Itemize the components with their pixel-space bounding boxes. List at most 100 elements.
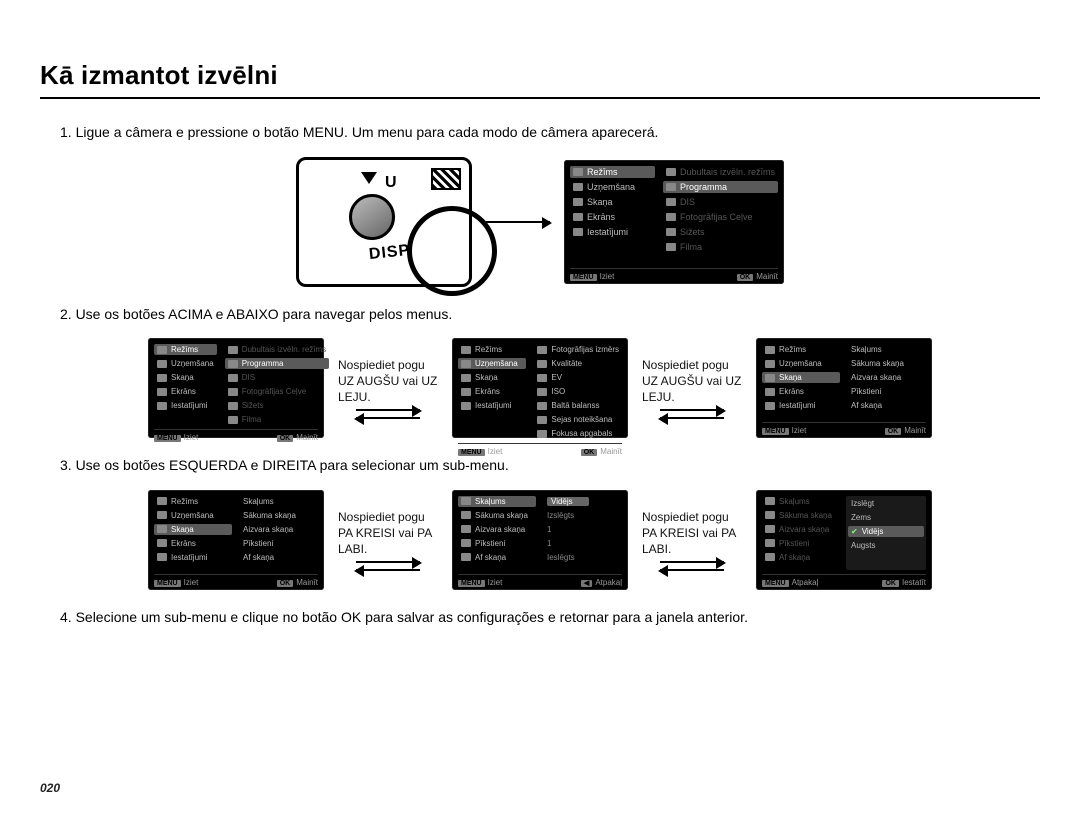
submenu-af-sound: Af skaņa [762, 552, 838, 563]
step-3-text: 3. Use os botões ESQUERDA e DIREITA para… [60, 456, 1040, 476]
menu-item-display[interactable]: Ekrāns [762, 386, 840, 397]
menu-item-settings[interactable]: Iestatījumi [762, 400, 840, 411]
submenu-shutter-sound[interactable]: Aizvara skaņa [458, 524, 536, 535]
option-medium[interactable]: ✔ Vidējs [848, 526, 924, 537]
value-volume: Vidējs [544, 496, 622, 507]
step-1-figure: U DISP Režīms Uzņemšana Skaņa Ekrāns Ies… [40, 157, 1040, 287]
submenu-beep: Pīkstieni [762, 538, 838, 549]
screen-step3-c: Skaļums Sākuma skaņa Aizvara skaņa Pīkst… [756, 490, 932, 590]
submenu-item: EV [534, 372, 622, 383]
screen-mode-menu: Režīms Uzņemšana Skaņa Ekrāns Iestatījum… [564, 160, 784, 284]
title-rule [40, 97, 1040, 99]
disp-label: DISP [368, 241, 411, 263]
submenu-item: Fotogrāfijas Ceļve [225, 386, 329, 397]
menu-item-mode[interactable]: Režīms [154, 496, 232, 507]
caption-updown-2: Nospiediet pogu UZ AUGŠU vai UZ LEJU. [642, 357, 742, 406]
menu-item-mode[interactable]: Režīms [154, 344, 217, 355]
submenu-volume: Skaļums [762, 496, 838, 507]
screen-footer: MENUIziet OKMainīt [570, 268, 778, 281]
arrow-bidir [660, 409, 724, 419]
submenu-volume[interactable]: Skaļums [458, 496, 536, 507]
submenu-item: Skaļums [848, 344, 926, 355]
submenu-item[interactable]: Programma [663, 181, 778, 193]
submenu-item: DIS [225, 372, 329, 383]
submenu-item: Fotogrāfijas Ceļve [663, 211, 778, 223]
sound-icon [573, 198, 583, 206]
submenu-af-sound[interactable]: Af skaņa [458, 552, 536, 563]
step-1-text: 1. Ligue a câmera e pressione o botão ME… [60, 123, 1040, 143]
menu-item-shooting[interactable]: Uzņemšana [154, 510, 232, 521]
menu-item-sound[interactable]: Skaņa [570, 196, 655, 208]
menu-item-mode[interactable]: Režīms [458, 344, 526, 355]
menu-item-shooting[interactable]: Uzņemšana [762, 358, 840, 369]
step-2-figure: Režīms Uzņemšana Skaņa Ekrāns Iestatījum… [40, 338, 1040, 438]
arrow-bidir [356, 561, 420, 571]
menu-item-shooting[interactable]: Uzņemšana [570, 181, 655, 193]
menu-item-sound[interactable]: Skaņa [762, 372, 840, 383]
submenu-item: Sejas noteikšana [534, 414, 622, 425]
menu-item-settings[interactable]: Iestatījumi [570, 226, 655, 238]
screen-step2-a: Režīms Uzņemšana Skaņa Ekrāns Iestatījum… [148, 338, 324, 438]
menu-item-settings[interactable]: Iestatījumi [154, 552, 232, 563]
screen-step3-a: Režīms Uzņemšana Skaņa Ekrāns Iestatījum… [148, 490, 324, 590]
submenu-item: Af skaņa [848, 400, 926, 411]
corner-pattern-icon [431, 168, 461, 190]
submenu-item: Filma [663, 241, 778, 253]
mode-icon [573, 168, 583, 176]
menu-item-shooting[interactable]: Uzņemšana [458, 358, 526, 369]
submenu-item: Pīkstieni [240, 538, 318, 549]
step-4-text: 4. Selecione um sub-menu e clique no bot… [60, 608, 1040, 628]
submenu-startup-sound[interactable]: Sākuma skaņa [458, 510, 536, 521]
menu-item-settings[interactable]: Iestatījumi [154, 400, 217, 411]
menu-item-sound[interactable]: Skaņa [154, 372, 217, 383]
menu-item-display[interactable]: Ekrāns [458, 386, 526, 397]
submenu-startup-sound: Sākuma skaņa [762, 510, 838, 521]
menu-item-display[interactable]: Ekrāns [154, 538, 232, 549]
submenu-item: Aizvara skaņa [240, 524, 318, 535]
caption-updown-1: Nospiediet pogu UZ AUGŠU vai UZ LEJU. [338, 357, 438, 406]
value-af: Ieslēgts [544, 552, 622, 563]
page-number: 020 [40, 781, 60, 795]
submenu-item: Fokusa apgabals [534, 428, 622, 439]
mode-dial-icon [407, 206, 497, 296]
submenu-item: Fotogrāfijas izmērs [534, 344, 622, 355]
submenu-item: Dubultais izvēln. režīms [225, 344, 329, 355]
submenu-beep[interactable]: Pīkstieni [458, 538, 536, 549]
screen-step2-c: Režīms Uzņemšana Skaņa Ekrāns Iestatījum… [756, 338, 932, 438]
submenu-item: ISO [534, 386, 622, 397]
submenu-item: Pīkstieni [848, 386, 926, 397]
arrow-right-single [486, 221, 550, 223]
menu-item-display[interactable]: Ekrāns [570, 211, 655, 223]
option-low[interactable]: Zems [848, 512, 924, 523]
step-3-figure: Režīms Uzņemšana Skaņa Ekrāns Iestatījum… [40, 490, 1040, 590]
menu-item-mode[interactable]: Režīms [762, 344, 840, 355]
submenu-item: DIS [663, 196, 778, 208]
value-beep: 1 [544, 538, 622, 549]
press-indicator-icon [361, 172, 377, 184]
menu-item-shooting[interactable]: Uzņemšana [154, 358, 217, 369]
screen-step3-b: Skaļums Sākuma skaņa Aizvara skaņa Pīkst… [452, 490, 628, 590]
menu-item-mode[interactable]: Režīms [570, 166, 655, 178]
arrow-bidir [356, 409, 420, 419]
page-title: Kā izmantot izvēlni [40, 60, 1040, 91]
menu-button-icon [349, 194, 395, 240]
option-off[interactable]: Izslēgt [848, 498, 924, 509]
menu-item-sound[interactable]: Skaņa [154, 524, 232, 535]
option-high[interactable]: Augsts [848, 540, 924, 551]
caption-lr-2: Nospiediet pogu PA KREISI vai PA LABI. [642, 509, 742, 558]
submenu-item[interactable]: Programma [225, 358, 329, 369]
menu-item-sound[interactable]: Skaņa [458, 372, 526, 383]
submenu-item: Skaļums [240, 496, 318, 507]
submenu-item: Filma [225, 414, 329, 425]
menu-item-settings[interactable]: Iestatījumi [458, 400, 526, 411]
submenu-shutter-sound: Aizvara skaņa [762, 524, 838, 535]
submenu-item: Baltā balanss [534, 400, 622, 411]
menu-item-display[interactable]: Ekrāns [154, 386, 217, 397]
submenu-item: Dubultais izvēln. režīms [663, 166, 778, 178]
submenu-item: Sākuma skaņa [848, 358, 926, 369]
camera-icon [573, 183, 583, 191]
submenu-item: Kvalitāte [534, 358, 622, 369]
display-icon [573, 213, 583, 221]
value-shutter: 1 [544, 524, 622, 535]
arrow-bidir [660, 561, 724, 571]
